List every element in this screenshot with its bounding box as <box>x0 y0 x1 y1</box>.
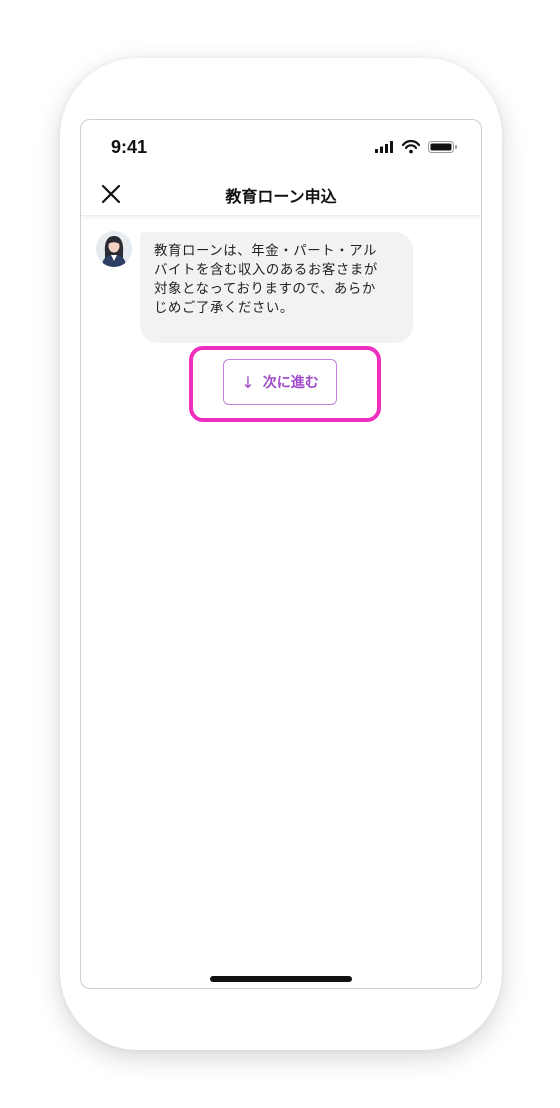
arrow-down-icon: ↓ <box>241 372 255 392</box>
home-indicator <box>210 976 352 982</box>
next-button-label: 次に進む <box>262 375 319 391</box>
status-time: 9:41 <box>111 137 148 157</box>
wifi-icon <box>401 140 421 154</box>
chat-message-bubble: 教育ローンは、年金・パート・アル バイトを含む収入のあるお客さまが 対象となって… <box>140 232 413 343</box>
status-icons <box>375 140 457 154</box>
person-avatar-icon <box>96 231 132 267</box>
next-button[interactable]: ↓ 次に進む <box>223 359 337 405</box>
battery-icon <box>428 141 457 153</box>
page-title: 教育ローン申込 <box>225 187 337 206</box>
cellular-signal-icon <box>375 141 393 153</box>
status-bar: 9:41 <box>81 120 481 172</box>
agent-avatar <box>96 231 132 267</box>
app-screen: 9:41 教育ローン申込 教育ローンは、年金・パート・アル バイトを含む収入のあ… <box>80 119 482 989</box>
nav-bar: 教育ローン申込 <box>81 172 481 216</box>
